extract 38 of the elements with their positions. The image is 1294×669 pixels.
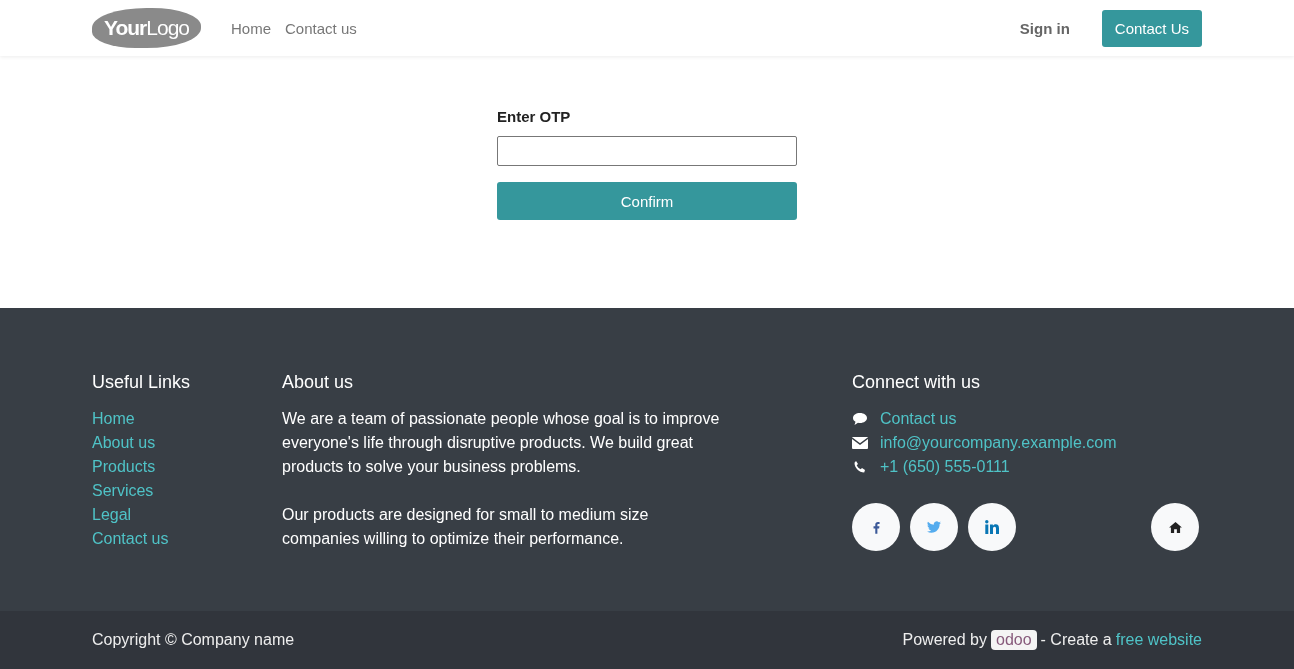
footer-link[interactable]: Services	[92, 479, 282, 503]
footer-link[interactable]: About us	[92, 431, 282, 455]
contact-link[interactable]: Contact us	[880, 407, 957, 431]
otp-label: Enter OTP	[497, 108, 572, 125]
about-paragraph: We are a team of passionate people whose goal is to improve everyone's life through disruptive products. We build great products to solve your business problems.	[282, 409, 721, 477]
free-website-link[interactable]: free website	[1115, 628, 1202, 652]
speech-bubble-icon	[852, 412, 868, 426]
sign-in-link[interactable]: Sign in	[1019, 19, 1070, 37]
contact-us-button[interactable]: Contact Us	[1101, 9, 1202, 47]
bird-icon	[927, 521, 941, 533]
about-paragraph: Our products are designed for small to medium size companies willing to optimize their performance.	[282, 505, 650, 549]
confirm-button[interactable]: Confirm	[497, 182, 797, 220]
logo[interactable]: YourLogo	[92, 8, 201, 48]
create-text: - Create a	[1040, 631, 1112, 649]
linkedin-icon	[985, 520, 999, 534]
footer-link[interactable]: Legal	[92, 503, 282, 527]
home-button[interactable]	[1151, 503, 1199, 551]
home-icon	[1168, 521, 1182, 533]
footer-heading: Connect with us	[852, 372, 982, 393]
otp-input-field[interactable]	[497, 136, 797, 166]
odoo-logo[interactable]: odoo	[991, 630, 1037, 650]
footer-heading: About us	[282, 372, 355, 393]
copyright-text: Copyright © Company name	[92, 631, 295, 649]
footer-heading: Useful Links	[92, 372, 192, 393]
envelope-icon	[852, 437, 868, 449]
facebook-icon	[872, 520, 880, 534]
nav-link[interactable]: Contact us	[285, 19, 357, 37]
footer-link[interactable]: Products	[92, 455, 282, 479]
phone-icon	[852, 460, 868, 474]
contact-link[interactable]: info@yourcompany.example.com	[880, 431, 1117, 455]
nav-link[interactable]: Home	[231, 19, 271, 37]
twitter-button[interactable]	[910, 503, 958, 551]
facebook-button[interactable]	[852, 503, 900, 551]
powered-by-text: Powered by	[902, 631, 987, 649]
contact-link[interactable]: +1 (650) 555-0111	[880, 455, 1010, 479]
linkedin-button[interactable]	[968, 503, 1016, 551]
footer-link[interactable]: Contact us	[92, 527, 282, 551]
footer-link[interactable]: Home	[92, 407, 282, 431]
